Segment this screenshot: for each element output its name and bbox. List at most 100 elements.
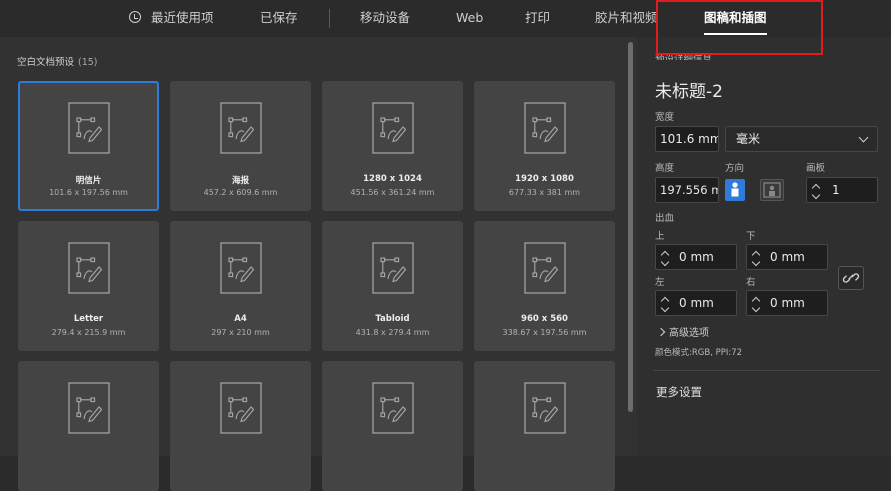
- preset-name: 海报: [231, 176, 249, 186]
- tab-web[interactable]: Web: [456, 0, 483, 37]
- details-divider: [653, 370, 880, 371]
- width-label: 宽度: [655, 112, 675, 123]
- preset-size: 431.8 x 279.4 mm: [355, 328, 430, 337]
- bleed-right-stepper[interactable]: 0 mm: [746, 290, 828, 316]
- presets-title: 空白文档预设: [17, 57, 75, 68]
- unit-select[interactable]: 毫米: [725, 126, 878, 152]
- decrement-icon: [751, 303, 761, 313]
- preset-card[interactable]: 1920 x 1080 677.33 x 381 mm: [474, 81, 615, 211]
- tab-art-illustration-label: 图稿和插图: [704, 10, 767, 25]
- tab-film-video[interactable]: 胶片和视频: [595, 0, 657, 37]
- preset-card[interactable]: Tabloid 431.8 x 279.4 mm: [322, 221, 463, 351]
- bleed-right-value: 0 mm: [770, 296, 805, 310]
- tab-art-illustration[interactable]: 图稿和插图: [704, 0, 767, 37]
- document-template-icon: [219, 382, 262, 434]
- bleed-top-value: 0 mm: [679, 250, 714, 264]
- preset-size: 677.33 x 381 mm: [508, 188, 581, 197]
- chevron-down-icon: [858, 132, 869, 143]
- preset-name: A4: [234, 314, 247, 324]
- preset-card[interactable]: Letter 279.4 x 215.9 mm: [18, 221, 159, 351]
- bleed-label: 出血: [655, 213, 675, 224]
- preset-size: 457.2 x 609.6 mm: [203, 188, 278, 197]
- artboards-value: 1: [832, 183, 840, 197]
- document-template-icon: [523, 382, 566, 434]
- bleed-top-stepper[interactable]: 0 mm: [655, 244, 737, 270]
- preset-card[interactable]: [170, 361, 311, 491]
- unit-select-value: 毫米: [736, 132, 761, 146]
- document-template-icon: [67, 242, 110, 294]
- top-tab-bar: 最近使用项 已保存 移动设备 Web 打印 胶片和视频 图稿和插图: [0, 0, 891, 37]
- decrement-icon: [660, 303, 670, 313]
- preset-card[interactable]: 1280 x 1024 451.56 x 361.24 mm: [322, 81, 463, 211]
- tab-print[interactable]: 打印: [525, 0, 550, 37]
- artboards-spin-buttons[interactable]: [807, 178, 829, 204]
- document-template-icon: [67, 382, 110, 434]
- height-input[interactable]: 197.556 mm: [655, 177, 719, 203]
- link-bleed-button[interactable]: [838, 266, 864, 290]
- document-template-icon: [219, 102, 262, 154]
- preset-card[interactable]: [18, 361, 159, 491]
- presets-count: (15): [78, 57, 98, 68]
- clock-icon: [129, 11, 141, 23]
- decrement-icon: [751, 257, 761, 267]
- document-template-icon: [371, 242, 414, 294]
- more-settings-button[interactable]: 更多设置: [656, 384, 702, 400]
- preset-name: 960 x 560: [521, 314, 568, 324]
- link-icon: [842, 273, 860, 283]
- tab-saved[interactable]: 已保存: [260, 0, 298, 37]
- bleed-right-label: 右: [746, 277, 756, 288]
- active-tab-indicator: [704, 33, 767, 35]
- height-label: 高度: [655, 163, 675, 174]
- color-mode-info: 颜色模式:RGB, PPI:72: [655, 348, 743, 358]
- document-template-icon: [219, 242, 262, 294]
- width-input[interactable]: 101.6 mm: [655, 126, 719, 152]
- bleed-left-value: 0 mm: [679, 296, 714, 310]
- presets-scrollbar[interactable]: [628, 42, 633, 412]
- preset-card[interactable]: 明信片 101.6 x 197.56 mm: [18, 81, 159, 211]
- preset-name: 1920 x 1080: [515, 174, 574, 184]
- bleed-bottom-label: 下: [746, 231, 756, 242]
- bleed-bottom-stepper[interactable]: 0 mm: [746, 244, 828, 270]
- document-template-icon: [67, 102, 110, 154]
- preset-size: 101.6 x 197.56 mm: [49, 188, 128, 197]
- tab-separator: [329, 9, 330, 28]
- bleed-bottom-spin-buttons[interactable]: [747, 245, 769, 271]
- preset-name: Tabloid: [375, 314, 410, 324]
- portrait-icon: [731, 182, 739, 197]
- bleed-top-spin-buttons[interactable]: [656, 245, 678, 271]
- portrait-button[interactable]: [725, 179, 745, 201]
- advanced-options-toggle[interactable]: 高级选项: [656, 324, 709, 339]
- details-header: 预设详细信息: [655, 54, 713, 60]
- bleed-left-spin-buttons[interactable]: [656, 291, 678, 317]
- preset-card[interactable]: 960 x 560 338.67 x 197.56 mm: [474, 221, 615, 351]
- landscape-icon: [763, 182, 781, 198]
- preset-size: 297 x 210 mm: [211, 328, 270, 337]
- decrement-icon: [811, 190, 821, 200]
- preset-name: 明信片: [75, 176, 102, 186]
- artboards-label: 画板: [806, 163, 826, 174]
- presets-section-title: 空白文档预设 (15): [17, 54, 98, 68]
- chevron-right-icon: [656, 327, 666, 337]
- advanced-options-label: 高级选项: [669, 328, 709, 339]
- preset-name: Letter: [73, 314, 104, 324]
- landscape-button[interactable]: [760, 179, 784, 201]
- preset-card[interactable]: [474, 361, 615, 491]
- document-template-icon: [523, 102, 566, 154]
- preset-card[interactable]: 海报 457.2 x 609.6 mm: [170, 81, 311, 211]
- preset-card[interactable]: [322, 361, 463, 491]
- preset-card[interactable]: A4 297 x 210 mm: [170, 221, 311, 351]
- document-template-icon: [371, 382, 414, 434]
- bleed-left-label: 左: [655, 277, 665, 288]
- document-title[interactable]: 未标题-2: [655, 77, 723, 102]
- tab-recent[interactable]: 最近使用项: [151, 0, 214, 37]
- document-template-icon: [371, 102, 414, 154]
- preset-size: 279.4 x 215.9 mm: [51, 328, 126, 337]
- bleed-top-label: 上: [655, 231, 665, 242]
- artboards-stepper[interactable]: 1: [806, 177, 878, 203]
- preset-size: 451.56 x 361.24 mm: [350, 188, 435, 197]
- preset-size: 338.67 x 197.56 mm: [502, 328, 587, 337]
- tab-mobile[interactable]: 移动设备: [360, 0, 410, 37]
- bleed-left-stepper[interactable]: 0 mm: [655, 290, 737, 316]
- orientation-label: 方向: [725, 163, 745, 174]
- bleed-right-spin-buttons[interactable]: [747, 291, 769, 317]
